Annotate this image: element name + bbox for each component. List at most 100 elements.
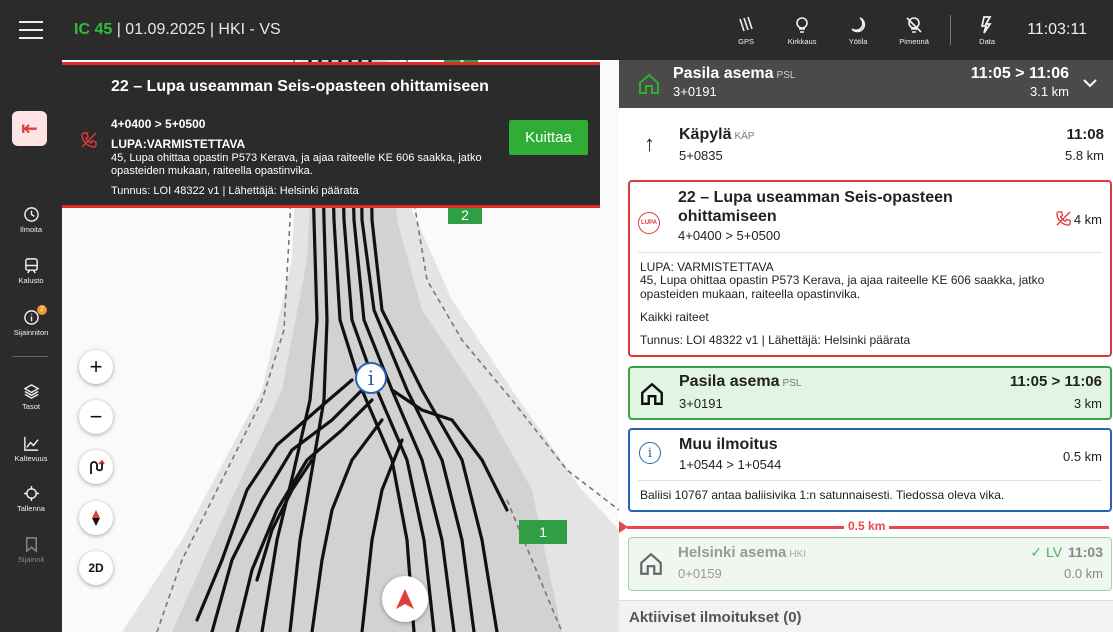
next-stop-name-text: Pasila asema: [673, 65, 774, 82]
rail-label: Tallenna: [17, 504, 45, 513]
navigation-arrow-icon: [396, 589, 414, 609]
data-label: Data: [979, 36, 996, 46]
next-stop-distance: 3.1 km: [1029, 84, 1069, 99]
popup-title: 22 – Lupa useamman Seis-opasteen ohittam…: [111, 78, 489, 95]
station-abbr: HKI: [789, 549, 807, 560]
permit-notice-card[interactable]: LUPA 22 – Lupa useamman Seis-opasteen oh…: [628, 180, 1112, 357]
route-panel: Pasila asema PSL 3+0191 11:05 > 11:06 3.1…: [619, 60, 1113, 632]
stop-position: 5+0835: [679, 148, 723, 163]
station-time: 11:05 > 11:06: [1009, 373, 1102, 390]
active-notifications-header[interactable]: Aktiiviset ilmoitukset (0): [619, 600, 1113, 632]
rail-label: Ilmoita: [19, 225, 43, 234]
current-position-line: 0.5 km: [619, 519, 1113, 533]
rail-item-save[interactable]: Tallenna: [0, 485, 62, 513]
phone-off-icon: [1056, 211, 1071, 226]
notification-popup: 22 – Lupa useamman Seis-opasteen ohittam…: [62, 62, 600, 208]
train-code: IC 45: [74, 21, 113, 38]
rail-label: Kaltevuus: [14, 454, 48, 463]
permit-title: 22 – Lupa useamman Seis-opasteen ohittam…: [678, 189, 953, 225]
route-button[interactable]: [79, 450, 113, 484]
stop-row-kapyla[interactable]: ↑ Käpylä KÄP 5+0835 11:08 5.8 km: [619, 116, 1113, 170]
next-stop-position: 3+0191: [673, 84, 717, 99]
zoom-in-button[interactable]: +: [79, 350, 113, 384]
top-separator: [950, 15, 952, 45]
station-home-icon: [640, 552, 662, 575]
menu-button[interactable]: [0, 0, 62, 60]
popup-description: 45, Lupa ohittaa opastin P573 Kerava, ja…: [111, 152, 482, 177]
brightness-icon: [796, 16, 808, 33]
route-icon: [90, 459, 105, 474]
info-icon: i: [639, 442, 661, 464]
night-mode-icon: [851, 16, 866, 32]
left-rail: ⇤ Ilmoita Kalusto 2 Sijainniton Tasot Ka…: [0, 60, 62, 632]
dim-icon: [906, 16, 922, 33]
permit-distance: 4 km: [1073, 212, 1102, 227]
info-marker-icon[interactable]: i: [355, 362, 387, 394]
next-stop-abbr: PSL: [776, 70, 796, 81]
train-info: IC 45 | 01.09.2025 | HKI - VS: [74, 21, 281, 39]
gps-button[interactable]: GPS: [718, 15, 774, 46]
station-name: Pasila asema: [679, 373, 780, 390]
recenter-button[interactable]: [382, 576, 428, 622]
zoom-out-button[interactable]: −: [79, 400, 113, 434]
stop-time: 11:08: [1066, 126, 1104, 143]
next-stop-header[interactable]: Pasila asema PSL 3+0191 11:05 > 11:06 3.1…: [619, 60, 1113, 108]
permit-tracks: Kaikki raiteet: [640, 310, 709, 324]
data-button[interactable]: Data: [959, 15, 1015, 46]
view-mode-toggle[interactable]: 2D: [79, 551, 113, 585]
dim-button[interactable]: Pimennä: [886, 15, 942, 46]
brightness-button[interactable]: Kirkkaus: [774, 15, 830, 46]
station-distance: 0.0 km: [1063, 566, 1103, 581]
rail-item-gradient[interactable]: Kaltevuus: [0, 435, 62, 463]
station-card-pasila[interactable]: Pasila asema PSL 3+0191 11:05 > 11:06 3 k…: [628, 366, 1112, 420]
chevron-down-icon[interactable]: [1081, 74, 1099, 92]
card-divider: [638, 480, 1102, 481]
acknowledge-button[interactable]: Kuittaa: [509, 120, 588, 155]
popup-lupa: LUPA:VARMISTETTAVA: [111, 137, 246, 151]
station-position: 3+0191: [679, 396, 723, 411]
stop-name: Käpylä: [679, 126, 732, 143]
rail-item-layers[interactable]: Tasot: [0, 383, 62, 411]
arrow-left-bar-icon: ⇤: [21, 118, 38, 140]
position-distance: 0.5 km: [844, 519, 890, 533]
compass-button[interactable]: [79, 501, 113, 535]
positionless-badge: 2: [37, 305, 47, 315]
station-name: Helsinki asema: [678, 544, 787, 561]
station-abbr: PSL: [782, 378, 802, 389]
stop-abbr: KÄP: [734, 131, 755, 142]
station-position: 0+0159: [678, 566, 722, 581]
rail-item-positionless[interactable]: 2 Sijainniton: [0, 305, 62, 337]
rail-item-notifications[interactable]: Ilmoita: [0, 206, 62, 234]
night-mode-label: Yötila: [848, 36, 868, 46]
gps-icon: [739, 16, 753, 31]
km-marker: 2: [448, 206, 482, 224]
clock: 11:03:11: [1027, 21, 1087, 38]
permit-range: 4+0400 > 5+0500: [678, 228, 781, 243]
lupa-icon: LUPA: [638, 212, 660, 234]
station-home-icon: [639, 73, 659, 94]
collapse-panel-button[interactable]: ⇤: [12, 111, 47, 146]
top-bar: IC 45 | 01.09.2025 | HKI - VS GPS Kirkka…: [0, 0, 1113, 60]
station-distance: 3 km: [1073, 396, 1102, 411]
info-notice-card[interactable]: i Muu ilmoitus 1+0544 > 1+0544 0.5 km Ba…: [628, 428, 1112, 512]
train-date-route: | 01.09.2025 | HKI - VS: [112, 21, 281, 38]
rail-item-locations[interactable]: Sijainnit: [0, 536, 62, 564]
next-stop-name: Pasila asema PSL: [673, 65, 795, 83]
brightness-label: Kirkkaus: [787, 36, 817, 46]
gps-label: GPS: [738, 36, 755, 46]
stop-distance: 5.8 km: [1064, 148, 1104, 163]
info-description: Baliisi 10767 antaa baliisivika 1:n satu…: [640, 488, 1005, 502]
rail-item-rolling-stock[interactable]: Kalusto: [0, 257, 62, 285]
station-home-icon: [641, 382, 663, 405]
station-card-helsinki[interactable]: Helsinki asema HKI 0+0159 ✓ LV 11:03 0.0 …: [628, 537, 1112, 591]
save-location-icon: [23, 485, 39, 502]
phone-off-icon: [81, 132, 97, 148]
permit-description: 45, Lupa ohittaa opastin P573 Kerava, ja…: [640, 273, 1045, 301]
rail-label: Kalusto: [18, 276, 44, 285]
active-notifications-label: Aktiiviset ilmoitukset (0): [629, 609, 802, 626]
permit-tunnus: Tunnus: LOI 48322 v1 | Lähettäjä: Helsin…: [640, 333, 911, 347]
rail-label: Sijainnit: [17, 555, 45, 564]
rail-separator: [12, 356, 48, 357]
rolling-stock-icon: [24, 258, 38, 274]
night-mode-button[interactable]: Yötila: [830, 15, 886, 46]
